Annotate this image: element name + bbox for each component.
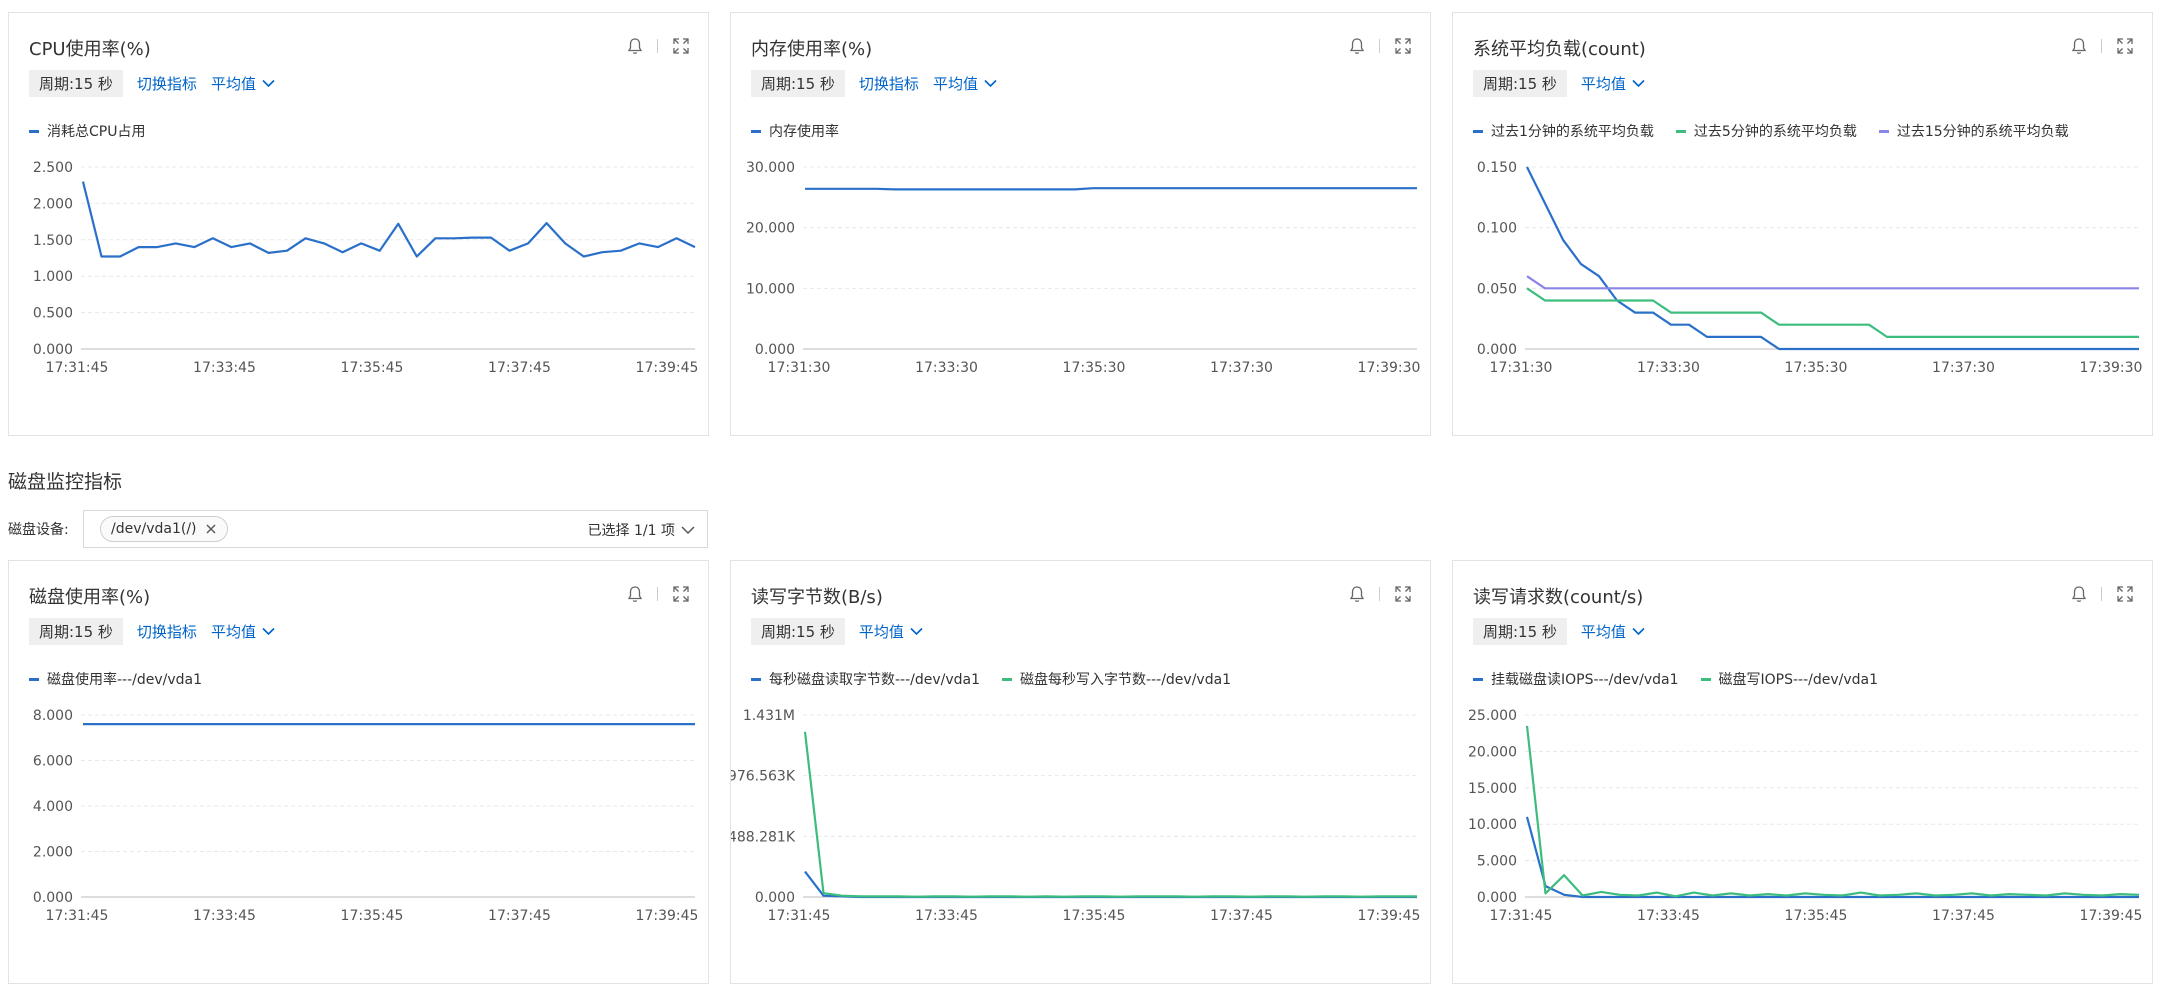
x-tick-label: 17:35:30 (1785, 360, 1848, 376)
chart-card-cpu: CPU使用率(%) 周期:15 秒切换指标 平均值 消耗总CPU占用 0.000 0.50… (8, 12, 709, 436)
y-tick-label: 10.000 (746, 281, 795, 297)
y-tick-label: 0.000 (33, 342, 73, 358)
x-tick-label: 17:37:45 (1210, 908, 1273, 924)
y-tick-label: 0.000 (1477, 342, 1517, 358)
chart-card-load: 系统平均负载(count) 周期:15 秒平均值 过去1分钟的系统平均负载 过去5分钟… (1452, 12, 2153, 436)
x-tick-label: 17:35:45 (1063, 908, 1126, 924)
x-tick-label: 17:31:45 (1490, 908, 1553, 924)
x-tick-label: 17:35:45 (1785, 908, 1848, 924)
close-icon[interactable] (205, 523, 217, 535)
section-title-disk: 磁盘监控指标 (8, 471, 123, 493)
x-tick-label: 17:39:30 (2080, 360, 2143, 376)
y-tick-label: 25.000 (1468, 708, 1517, 724)
y-tick-label: 0.050 (1477, 281, 1517, 297)
y-tick-label: 1.000 (33, 269, 73, 285)
x-tick-label: 17:37:30 (1210, 360, 1273, 376)
y-tick-label: 0.150 (1477, 160, 1517, 176)
y-tick-label: 2.500 (33, 160, 73, 176)
x-tick-label: 17:31:45 (46, 360, 109, 376)
y-tick-label: 976.563K (731, 769, 796, 785)
y-tick-label: 1.500 (33, 233, 73, 249)
disk-device-chip: /dev/vda1(/) (100, 516, 228, 542)
x-tick-label: 17:37:45 (1932, 908, 1995, 924)
series-line (1525, 816, 2139, 899)
disk-chip-label: /dev/vda1(/) (111, 521, 197, 537)
x-tick-label: 17:33:45 (193, 360, 256, 376)
chart-card-memory: 内存使用率(%) 周期:15 秒切换指标 平均值 内存使用率 0.000 10.000 20… (730, 12, 1431, 436)
y-tick-label: 10.000 (1468, 817, 1517, 833)
y-tick-label: 2.000 (33, 196, 73, 212)
series-line (81, 181, 696, 258)
disk-select-summary-text: 已选择 1/1 项 (587, 523, 675, 539)
x-tick-label: 17:33:45 (193, 908, 256, 924)
series-line (805, 187, 1417, 191)
y-tick-label: 20.000 (746, 221, 795, 237)
chart-card-disk-iops: 读写请求数(count/s) 周期:15 秒平均值 挂载磁盘读IOPS---/dev… (1452, 560, 2153, 984)
x-tick-label: 17:39:45 (1358, 908, 1421, 924)
y-tick-label: 5.000 (1477, 854, 1517, 870)
x-tick-label: 17:35:45 (341, 360, 404, 376)
chart-plot: 0.000 10.000 20.000 30.000 17:31:30 17:33:30 1… (746, 160, 1421, 376)
y-tick-label: 0.000 (755, 342, 795, 358)
y-tick-label: 488.281K (731, 829, 796, 845)
disk-select-summary: 已选择 1/1 项 (588, 520, 695, 540)
x-tick-label: 17:33:45 (1637, 908, 1700, 924)
y-tick-label: 0.000 (755, 890, 795, 906)
x-tick-label: 17:31:45 (46, 908, 109, 924)
chart-card-disk-usage: 磁盘使用率(%) 周期:15 秒切换指标 平均值 磁盘使用率---/dev/vda1 0… (8, 560, 709, 984)
y-tick-label: 2.000 (33, 845, 73, 861)
series-line (804, 870, 1417, 899)
y-tick-label: 1.431M (743, 708, 795, 724)
x-tick-label: 17:35:45 (341, 908, 404, 924)
y-tick-label: 0.000 (1477, 890, 1517, 906)
y-tick-label: 0.100 (1477, 221, 1517, 237)
x-tick-label: 17:39:45 (636, 908, 699, 924)
chart-plot: 0.000 0.500 1.000 1.500 2.000 2.500 17:31:45 17… (33, 160, 699, 376)
x-tick-label: 17:31:45 (768, 908, 831, 924)
series-line (1526, 275, 2139, 290)
y-tick-label: 0.500 (33, 306, 73, 322)
x-tick-label: 17:37:45 (488, 360, 551, 376)
series-line (1526, 287, 2139, 338)
y-tick-label: 8.000 (33, 708, 73, 724)
y-tick-label: 20.000 (1468, 744, 1517, 760)
x-tick-label: 17:39:45 (2080, 908, 2143, 924)
x-tick-label: 17:33:30 (915, 360, 978, 376)
x-tick-label: 17:39:30 (1358, 360, 1421, 376)
series-line (803, 731, 1417, 898)
disk-device-label: 磁盘设备: (8, 522, 69, 538)
x-tick-label: 17:33:45 (915, 908, 978, 924)
disk-device-select[interactable]: /dev/vda1(/) 已选择 1/1 项 (83, 510, 708, 548)
x-tick-label: 17:37:45 (488, 908, 551, 924)
chart-plot: 0.000 488.281K 976.563K 1.431M 17:31:45 17:33… (731, 708, 1421, 924)
x-tick-label: 17:37:30 (1932, 360, 1995, 376)
series-line (1526, 166, 2139, 351)
x-tick-label: 17:33:30 (1637, 360, 1700, 376)
y-tick-label: 4.000 (33, 799, 73, 815)
x-tick-label: 17:35:30 (1063, 360, 1126, 376)
x-tick-label: 17:39:45 (636, 360, 699, 376)
y-tick-label: 0.000 (33, 890, 73, 906)
chart-plot: 0.000 0.050 0.100 0.150 17:31:30 17:33:30 17:3… (1477, 160, 2143, 376)
chart-plot: 0.000 2.000 4.000 6.000 8.000 17:31:45 17:33:4… (33, 708, 699, 924)
chevron-down-icon (681, 525, 695, 535)
x-tick-label: 17:31:30 (768, 360, 831, 376)
y-tick-label: 30.000 (746, 160, 795, 176)
chart-plot: 0.000 5.000 10.000 15.000 20.000 25.000 17:31:… (1468, 708, 2143, 924)
y-tick-label: 15.000 (1468, 781, 1517, 797)
y-tick-label: 6.000 (33, 754, 73, 770)
x-tick-label: 17:31:30 (1490, 360, 1553, 376)
chart-card-disk-bytes: 读写字节数(B/s) 周期:15 秒平均值 每秒磁盘读取字节数---/dev/vda… (730, 560, 1431, 984)
